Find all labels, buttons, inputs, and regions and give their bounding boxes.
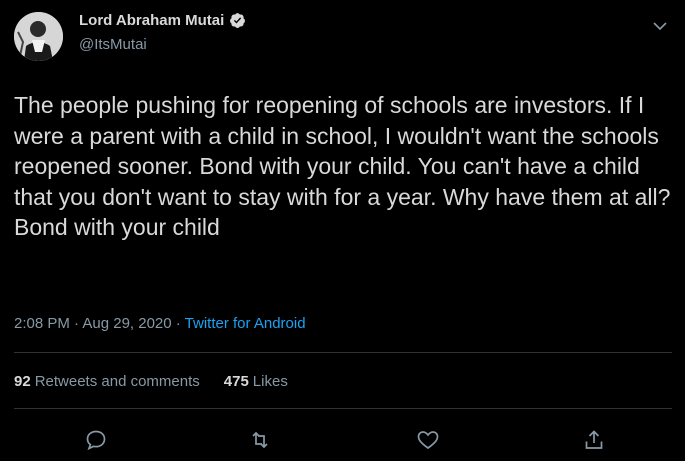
likes-count: 475 xyxy=(223,373,249,390)
action-bar xyxy=(0,428,685,452)
user-name[interactable]: Lord Abraham Mutai xyxy=(79,12,224,29)
likes-stat[interactable]: 475 Likes xyxy=(224,373,288,390)
verified-badge-icon xyxy=(229,12,246,29)
retweets-count: 92 xyxy=(14,373,31,390)
user-handle[interactable]: @ItsMutai xyxy=(79,36,147,53)
divider xyxy=(14,352,672,353)
tweet-meta: 2:08 PM · Aug 29, 2020 · Twitter for And… xyxy=(14,315,306,332)
tweet-text: The people pushing for reopening of scho… xyxy=(14,92,671,240)
share-icon[interactable] xyxy=(582,428,606,452)
retweets-label: Retweets and comments xyxy=(34,373,200,390)
tweet-source[interactable]: Twitter for Android xyxy=(185,315,306,332)
tweet-timestamp[interactable]: 2:08 PM · Aug 29, 2020 · xyxy=(14,315,185,332)
tweet-stats: 92 Retweets and comments 475 Likes xyxy=(14,373,288,390)
avatar[interactable] xyxy=(14,12,63,61)
likes-label: Likes xyxy=(252,373,288,390)
chevron-down-icon[interactable] xyxy=(652,18,668,34)
divider xyxy=(14,408,672,409)
user-name-row[interactable]: Lord Abraham Mutai xyxy=(79,12,246,29)
retweet-icon[interactable] xyxy=(248,428,272,452)
retweets-stat[interactable]: 92 Retweets and comments xyxy=(14,373,200,390)
heart-icon[interactable] xyxy=(416,428,440,452)
comment-icon[interactable] xyxy=(84,428,108,452)
